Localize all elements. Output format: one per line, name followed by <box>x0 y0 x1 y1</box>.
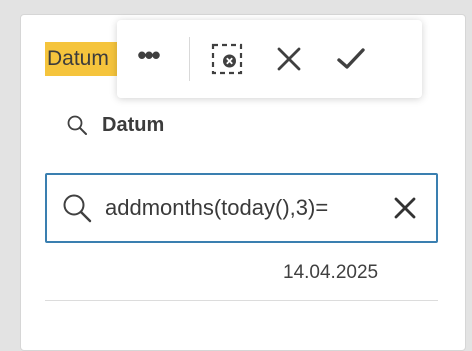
toolbar-divider <box>189 37 190 81</box>
search-input[interactable] <box>105 195 375 221</box>
checkmark-icon <box>337 48 365 69</box>
clear-selections-icon <box>211 43 243 75</box>
clear-search-button[interactable] <box>385 188 425 228</box>
confirm-selection-button[interactable] <box>320 29 382 89</box>
clear-selections-button[interactable] <box>196 29 258 89</box>
more-options-button[interactable]: ••• <box>117 29 179 89</box>
cancel-selection-button[interactable] <box>258 29 320 89</box>
close-icon <box>394 197 416 219</box>
search-box-icon-wrap <box>61 192 97 224</box>
search-label-text: Datum <box>102 113 165 136</box>
search-box[interactable] <box>45 173 438 243</box>
list-divider <box>45 300 438 301</box>
search-icon <box>63 194 92 223</box>
search-icon <box>67 115 87 135</box>
selection-toolbar: ••• <box>117 20 422 98</box>
search-field-label: Datum <box>66 110 164 140</box>
field-title: Datum <box>45 42 123 76</box>
more-horizontal-icon: ••• <box>137 40 160 70</box>
result-list-item[interactable]: 14.04.2025 <box>283 262 378 284</box>
close-icon <box>277 47 301 71</box>
